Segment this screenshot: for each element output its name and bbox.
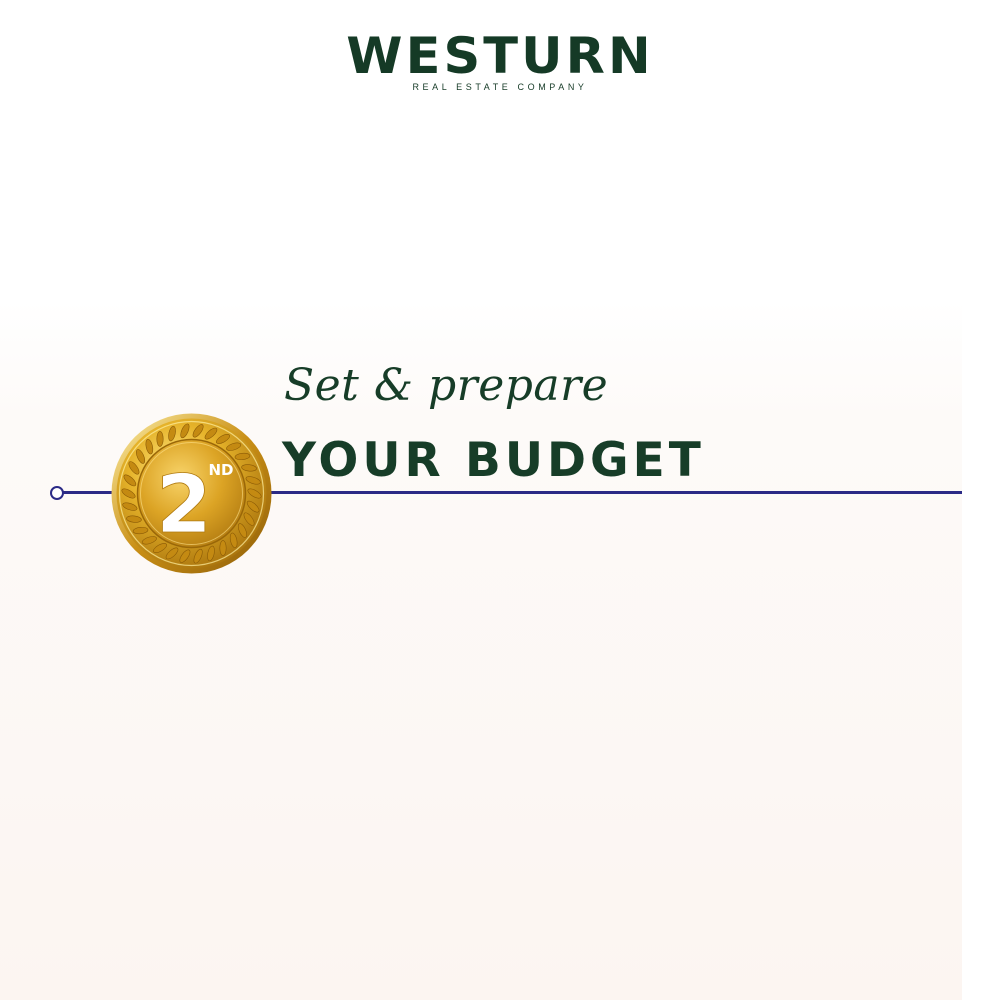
right-margin-strip [962, 0, 1000, 1000]
brand-name: WESTURN [346, 27, 654, 85]
laurel-leaf-icon [219, 540, 227, 556]
step-title: YOUR BUDGET [282, 433, 705, 488]
laurel-leaf-icon [156, 431, 164, 447]
step-number: 2 [156, 458, 212, 551]
brand-logo: WESTURN REAL ESTATE COMPANY [300, 30, 700, 92]
circle-node-icon [50, 486, 64, 500]
step-subtitle: Set & prepare [284, 360, 609, 411]
step-number-suffix: ND [208, 461, 233, 479]
background-canvas: WESTURN REAL ESTATE COMPANY 2 ND Set & p… [0, 0, 962, 1000]
gold-laurel-medal-icon: 2 ND [110, 412, 273, 575]
